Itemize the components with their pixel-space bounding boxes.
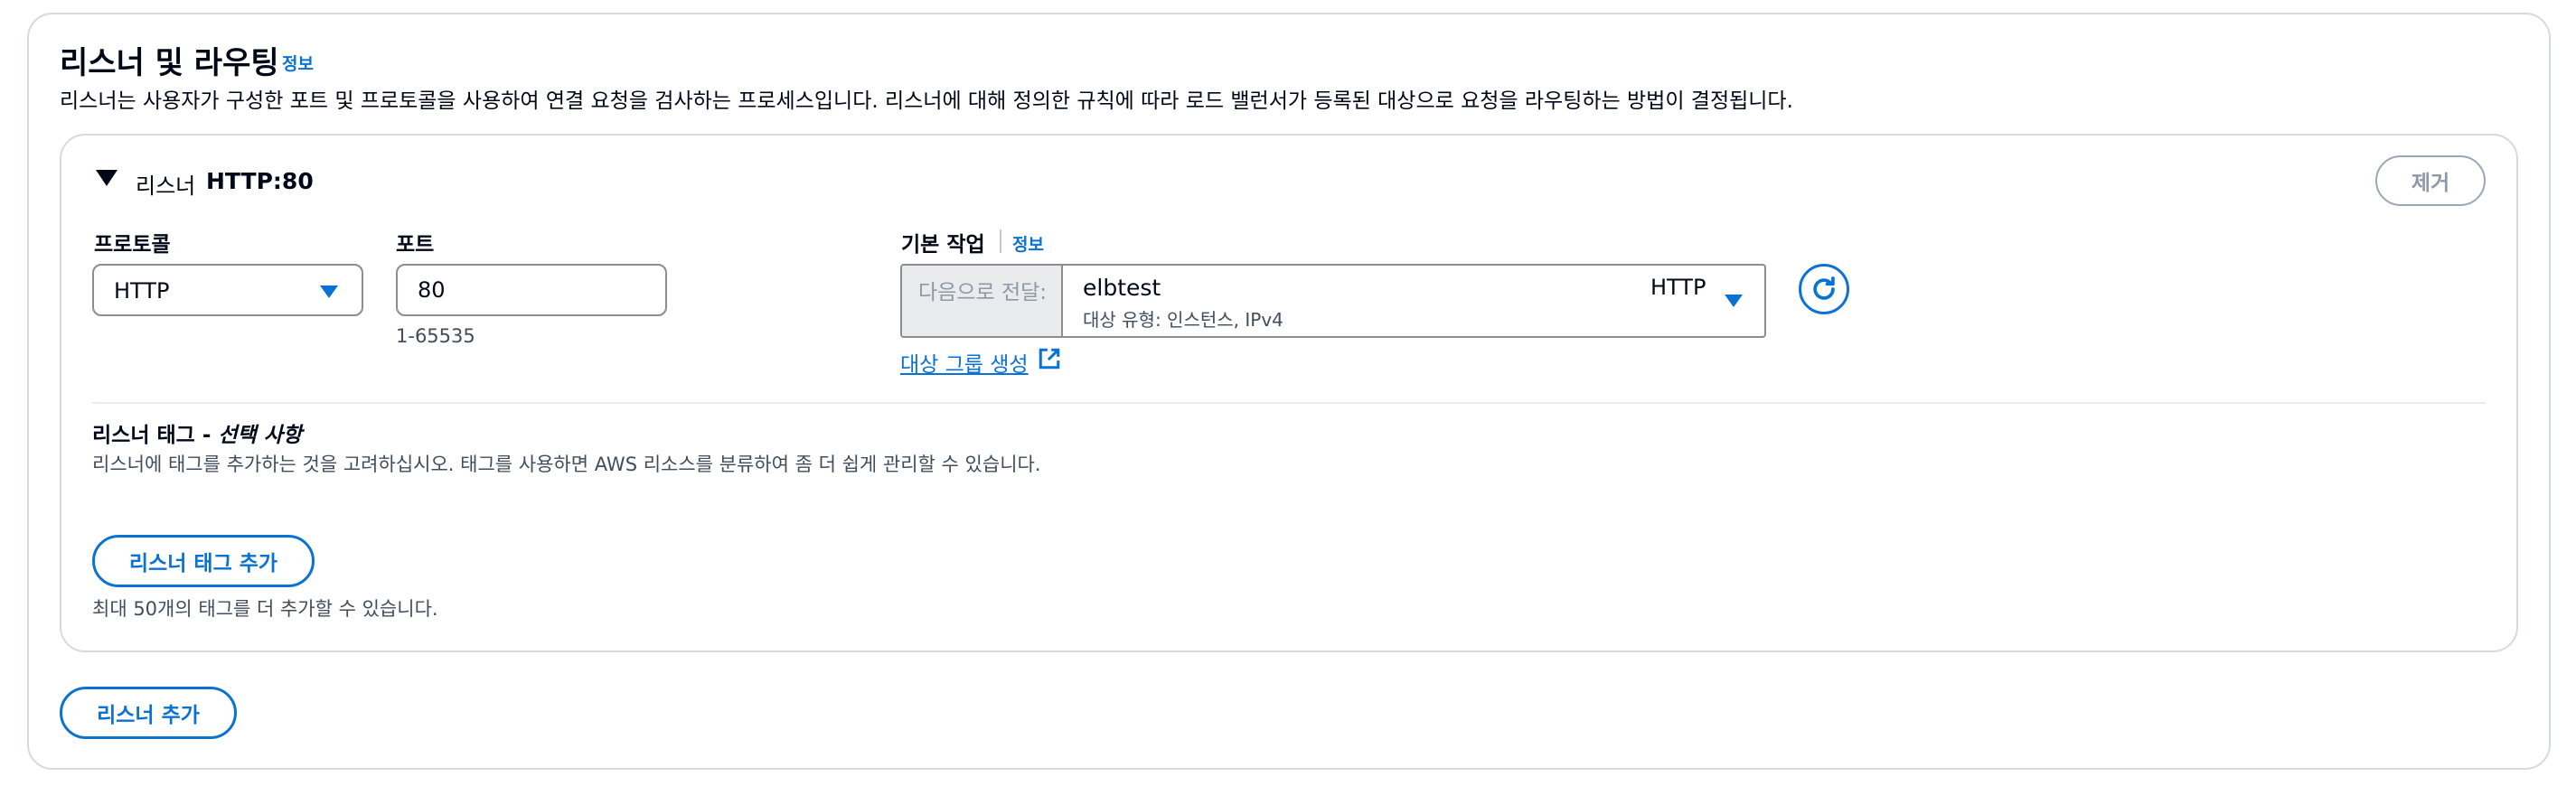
forward-prefix-label: 다음으로 전달: xyxy=(918,281,1048,304)
caret-down-icon[interactable] xyxy=(96,170,118,186)
protocol-select-value: HTTP xyxy=(114,278,170,304)
default-action-info-link[interactable]: 정보 xyxy=(1012,231,1044,256)
create-target-group-link[interactable]: 대상 그룹 생성 xyxy=(900,347,1029,378)
listener-header-label: 리스너 xyxy=(136,173,196,199)
target-group-select[interactable]: 다음으로 전달: elbtest 대상 유형: 인스턴스, IPv4 HTTP xyxy=(900,264,1766,338)
section-title: 리스너 및 라우팅 xyxy=(60,45,279,81)
tags-limit-text: 최대 50개의 태그를 더 추가할 수 있습니다. xyxy=(92,598,438,620)
section-info-link[interactable]: 정보 xyxy=(282,51,314,75)
default-action-label: 기본 작업 xyxy=(901,233,985,257)
target-group-description: 대상 유형: 인스턴스, IPv4 xyxy=(1083,309,1283,331)
listener-card xyxy=(60,134,2518,652)
add-listener-button[interactable]: 리스너 추가 xyxy=(60,687,237,739)
external-link-icon[interactable] xyxy=(1038,347,1061,370)
port-input[interactable] xyxy=(396,264,667,316)
listener-tags-optional: 선택 사항 xyxy=(218,424,303,447)
section-description: 리스너는 사용자가 구성한 포트 및 프로토콜을 사용하여 연결 요청을 검사하… xyxy=(60,89,1793,113)
add-listener-tag-button[interactable]: 리스너 태그 추가 xyxy=(92,535,315,587)
label-divider xyxy=(1000,229,1001,253)
listener-tags-title-text: 리스너 태그 - xyxy=(92,424,219,447)
refresh-button[interactable] xyxy=(1799,264,1849,314)
target-group-name: elbtest xyxy=(1083,275,1161,301)
listener-header-value: HTTP:80 xyxy=(206,168,314,194)
refresh-icon xyxy=(1813,276,1835,300)
caret-down-icon xyxy=(320,285,338,298)
forward-prefix: 다음으로 전달: xyxy=(902,266,1063,336)
listener-tags-title: 리스너 태그 - 선택 사항 xyxy=(92,417,302,448)
port-label: 포트 xyxy=(396,233,435,257)
target-group-protocol: HTTP xyxy=(1650,275,1706,300)
listener-tags-description: 리스너에 태그를 추가하는 것을 고려하십시오. 태그를 사용하면 AWS 리소… xyxy=(92,454,1041,475)
remove-listener-button[interactable]: 제거 xyxy=(2375,155,2486,206)
caret-down-icon xyxy=(1725,295,1743,307)
port-hint: 1-65535 xyxy=(396,325,475,347)
section-divider xyxy=(92,402,2486,404)
protocol-label: 프로토콜 xyxy=(94,233,171,257)
protocol-select[interactable]: HTTP xyxy=(92,264,363,316)
